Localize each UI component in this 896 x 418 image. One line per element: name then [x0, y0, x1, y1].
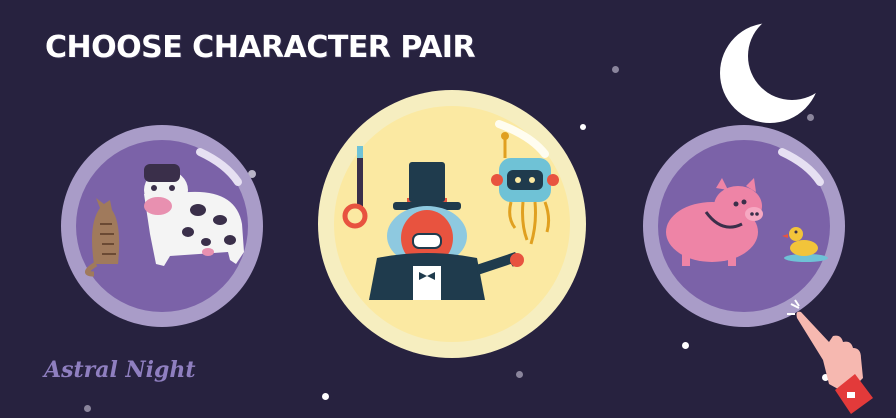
star: [516, 371, 523, 378]
character-pair-magician-robot[interactable]: [317, 88, 587, 360]
star: [322, 393, 329, 400]
star: [682, 342, 689, 349]
page-title: CHOOSE CHARACTER PAIR: [45, 30, 476, 65]
crescent-moon-icon: [720, 18, 830, 132]
pointing-hand-icon: [785, 298, 885, 418]
star: [612, 66, 619, 73]
game-logo: Astral Night: [44, 357, 196, 383]
character-pair-cat-cow[interactable]: [60, 124, 264, 328]
star: [84, 405, 91, 412]
